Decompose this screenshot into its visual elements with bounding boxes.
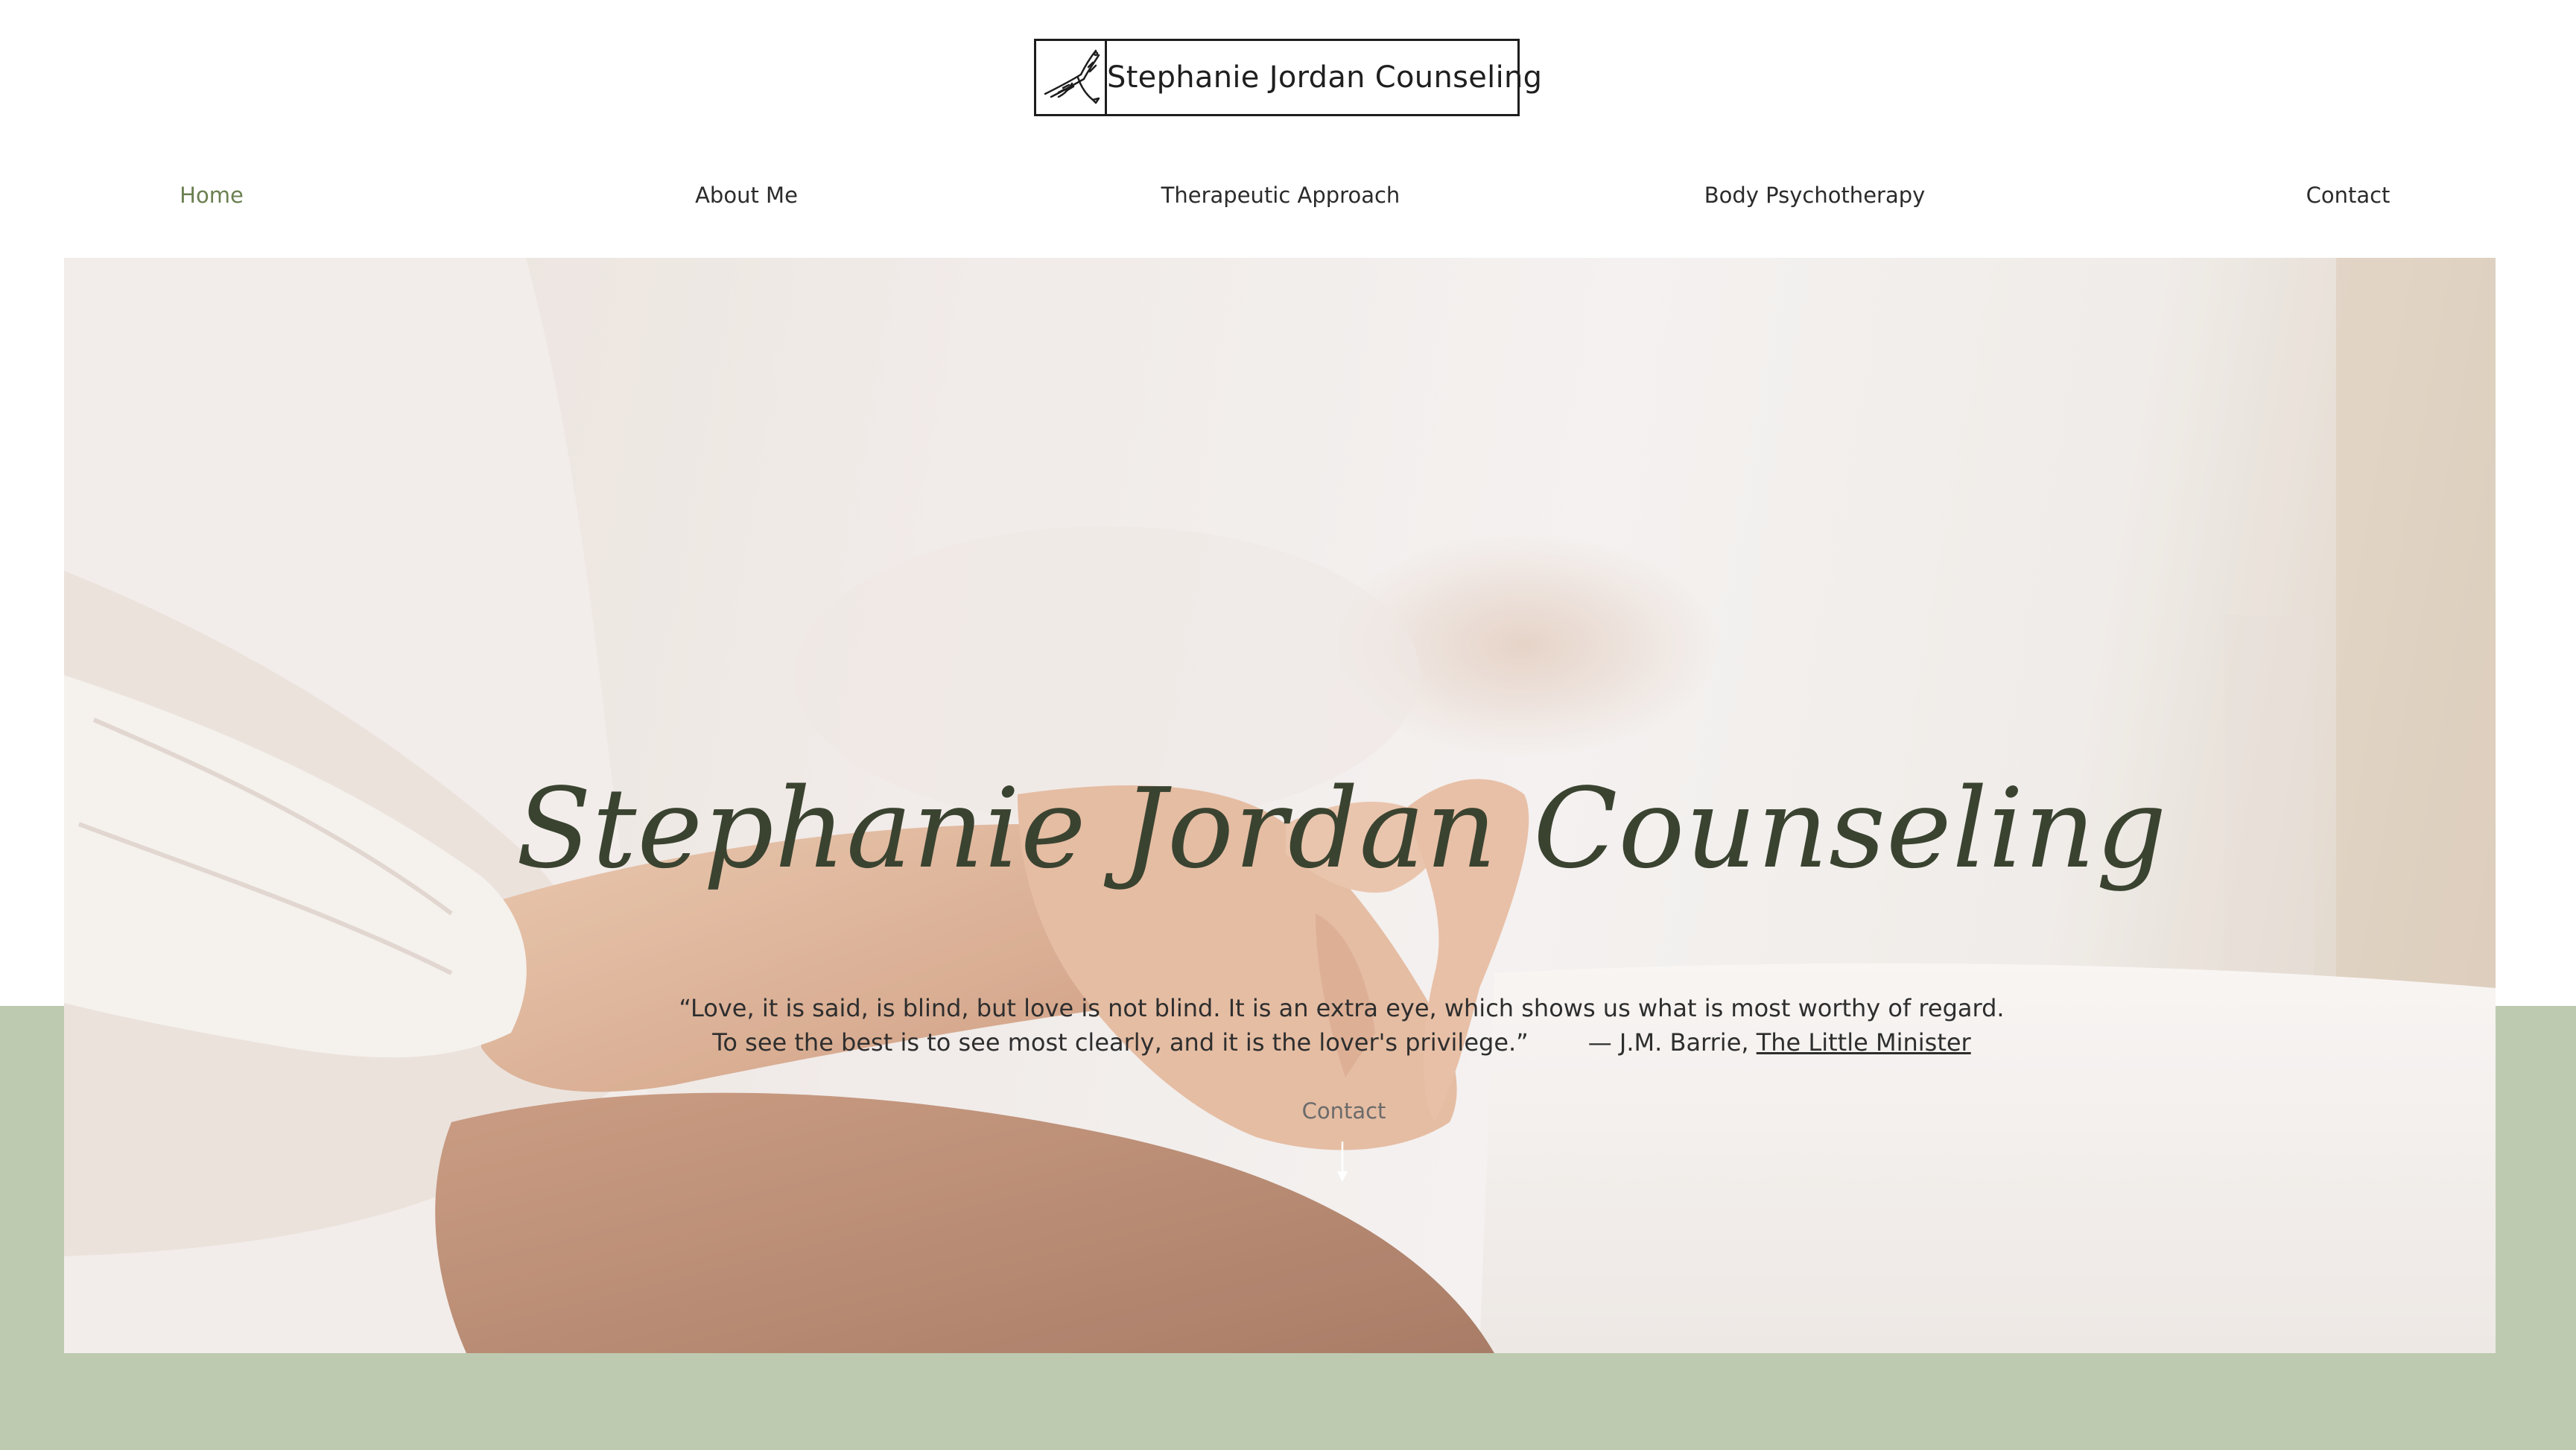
nav-item-therapeutic-approach[interactable]: Therapeutic Approach <box>1161 173 1400 218</box>
site-logo[interactable]: Stephanie Jordan Counseling <box>1034 39 1542 116</box>
eagle-icon <box>1036 41 1107 114</box>
nav-item-home[interactable]: Home <box>180 173 244 218</box>
hero-quote: “Love, it is said, is blind, but love is… <box>64 991 2496 1060</box>
logo-text: Stephanie Jordan Counseling <box>1107 60 1543 95</box>
nav-item-about-me[interactable]: About Me <box>695 173 798 218</box>
page: Stephanie Jordan Counseling Home About M… <box>0 0 2576 1450</box>
hero-title: Stephanie Jordan Counseling <box>515 764 2168 893</box>
quote-line-1: “Love, it is said, is blind, but love is… <box>679 994 2005 1022</box>
quote-line-2-text: To see the best is to see most clearly, … <box>712 1028 1529 1057</box>
quote-attribution: — J.M. Barrie, <box>1587 1028 1757 1057</box>
nav-item-contact[interactable]: Contact <box>2306 173 2391 218</box>
hero-section: Stephanie Jordan Counseling “Love, it is… <box>64 258 2496 1353</box>
main-nav: Home About Me Therapeutic Approach Body … <box>0 173 2576 218</box>
book-title-link[interactable]: The Little Minister <box>1757 1028 1971 1057</box>
nav-item-body-psychotherapy[interactable]: Body Psychotherapy <box>1704 173 1926 218</box>
arrow-down-icon[interactable] <box>1335 1142 1350 1183</box>
hero-contact-button[interactable]: Contact <box>1271 1098 1417 1124</box>
quote-line-2: To see the best is to see most clearly, … <box>64 1025 2496 1060</box>
